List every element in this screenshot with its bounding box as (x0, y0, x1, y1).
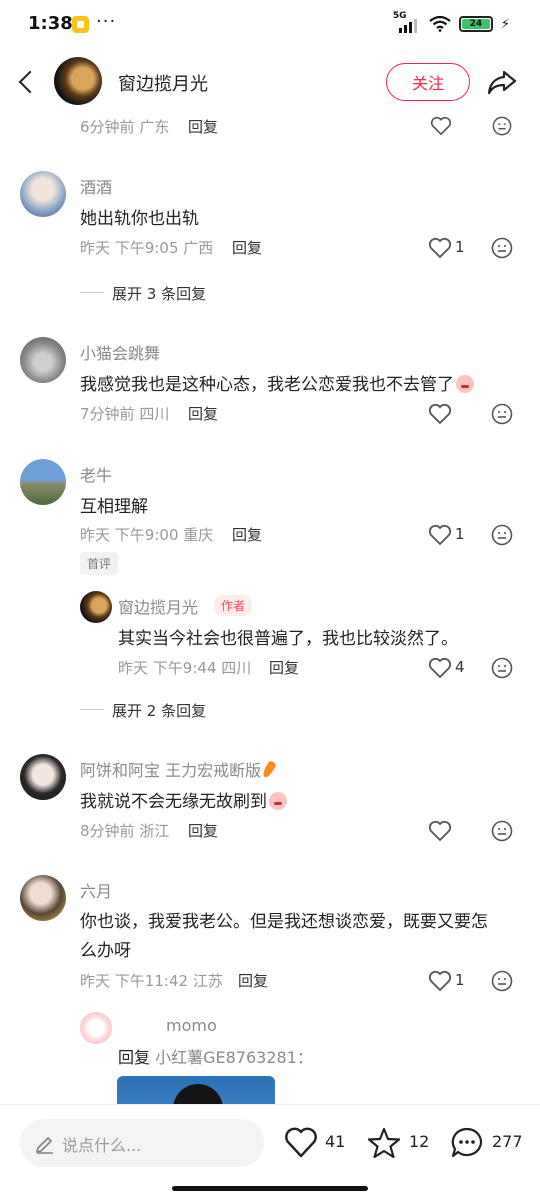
star-icon[interactable] (366, 1125, 402, 1161)
follow-button[interactable]: 关注 (386, 63, 470, 101)
dislike-icon[interactable] (491, 403, 513, 425)
reply-text: 其实当今社会也很普遍了，我也比较淡然了。 (118, 629, 458, 649)
comment-list[interactable]: 6分钟前 广东 回复 酒酒 她出轨你也出轨 昨天 下午9:05 广西 回复 1 … (0, 116, 540, 1104)
author-avatar[interactable] (54, 57, 102, 105)
dislike-icon[interactable] (491, 820, 513, 842)
battery-level: 24 (461, 19, 490, 29)
dislike-icon[interactable] (491, 237, 513, 259)
network-type: 5G (392, 11, 407, 21)
reply-avatar[interactable] (80, 1012, 112, 1044)
charging-icon: ⚡ (500, 16, 510, 32)
author-name[interactable]: 窗边揽月光 (118, 70, 208, 96)
expand-replies-button[interactable]: 展开 3 条回复 (112, 283, 206, 304)
dislike-icon[interactable] (491, 116, 513, 136)
comment-meta: 7分钟前 四川 (80, 405, 170, 423)
reply-image-thumbnail[interactable] (117, 1076, 275, 1104)
back-icon[interactable] (14, 66, 42, 98)
comment-username[interactable]: 酒酒 (80, 174, 112, 198)
user-avatar[interactable] (20, 875, 66, 921)
like-count: 1 (455, 525, 465, 543)
comment-meta: 昨天 下午9:05 广西 (80, 239, 214, 257)
heart-icon[interactable] (428, 237, 452, 259)
comment-total: 277 (492, 1132, 523, 1151)
heart-icon[interactable] (429, 116, 453, 136)
heart-icon[interactable] (428, 524, 452, 546)
comment-username[interactable]: 小猫会跳舞 (80, 340, 160, 364)
reply-button[interactable]: 回复 (238, 970, 268, 991)
app-notification-icon (72, 16, 89, 33)
reply-button[interactable]: 回复 (232, 237, 262, 258)
dislike-icon[interactable] (491, 970, 513, 992)
comment-username[interactable]: 阿饼和阿宝 王力宏戒断版 (80, 757, 277, 781)
like-count: 4 (455, 658, 465, 676)
user-avatar[interactable] (20, 337, 66, 383)
comment-username[interactable]: 老牛 (80, 462, 112, 486)
heart-icon[interactable] (428, 657, 452, 679)
author-avatar[interactable] (80, 591, 112, 623)
status-time: 1:38 (28, 13, 73, 34)
crying-emoji-icon (269, 792, 287, 810)
reply-target[interactable]: 小红薯GE8763281： (155, 1048, 313, 1067)
reply-button[interactable]: 回复 (188, 403, 218, 424)
reply-button[interactable]: 回复 (188, 820, 218, 841)
comment-text-continued: 么办呀 (80, 941, 131, 961)
like-icon[interactable] (283, 1125, 319, 1161)
like-total: 41 (325, 1132, 346, 1151)
comment-input[interactable]: 说点什么... (20, 1119, 264, 1167)
comment-meta: 昨天 下午9:00 重庆 (80, 526, 214, 544)
like-count: 1 (455, 971, 465, 989)
reply-button[interactable]: 回复 (232, 524, 262, 545)
reply-username[interactable]: momo (166, 1016, 217, 1035)
cellular-signal-icon: 5G (393, 11, 421, 33)
heart-icon[interactable] (428, 970, 452, 992)
pencil-icon (36, 1137, 53, 1154)
comment-meta: 昨天 下午11:42 江苏 (80, 972, 223, 990)
home-indicator[interactable] (172, 1186, 368, 1191)
battery-icon: 24 (458, 16, 493, 32)
comment-text: 互相理解 (80, 497, 148, 517)
comment-meta: 6分钟前 广东 (80, 118, 170, 136)
heart-icon[interactable] (428, 820, 452, 842)
comment-meta: 8分钟前 浙江 (80, 822, 170, 840)
comment-text: 她出轨你也出轨 (80, 209, 199, 229)
comment-text: 你也谈，我爱我老公。但是我还想谈恋爱，既要又要怎 (80, 912, 488, 932)
comment-text: 我就说不会无缘无故刷到 (80, 787, 287, 812)
share-icon[interactable] (486, 66, 518, 98)
comment-icon[interactable] (449, 1125, 485, 1161)
dislike-icon[interactable] (491, 524, 513, 546)
reply-button[interactable]: 回复 (269, 657, 299, 678)
user-avatar[interactable] (20, 459, 66, 505)
more-notifications-icon: ··· (96, 11, 117, 32)
reply-username[interactable]: 窗边揽月光 (118, 594, 198, 618)
star-total: 12 (409, 1132, 430, 1151)
comment-text: 我感觉我也是这种心态，我老公恋爱我也不去管了 (80, 370, 474, 395)
reply-button[interactable]: 回复 (188, 116, 218, 137)
user-avatar[interactable] (20, 754, 66, 800)
status-icons: 5G 24 ⚡ (393, 11, 510, 34)
comment-input-placeholder: 说点什么... (62, 1136, 142, 1155)
divider (80, 292, 104, 293)
user-avatar[interactable] (20, 171, 66, 217)
post-header: 窗边揽月光 关注 (0, 50, 540, 116)
reply-meta: 昨天 下午9:44 四川 (118, 659, 252, 677)
status-bar: 1:38 ··· 5G 24 ⚡ (0, 0, 540, 50)
dislike-icon[interactable] (491, 657, 513, 679)
expand-replies-button[interactable]: 展开 2 条回复 (112, 700, 206, 721)
first-comment-badge: 首评 (80, 552, 119, 575)
author-badge: 作者 (214, 595, 253, 616)
carrot-emoji-icon (261, 760, 277, 779)
divider (80, 709, 104, 710)
comment-username[interactable]: 六月 (80, 878, 112, 902)
crying-emoji-icon (456, 375, 474, 393)
like-count: 1 (455, 238, 465, 256)
heart-icon[interactable] (428, 403, 452, 425)
reply-text: 回复 小红薯GE8763281： (118, 1048, 313, 1067)
wifi-icon (429, 16, 451, 32)
